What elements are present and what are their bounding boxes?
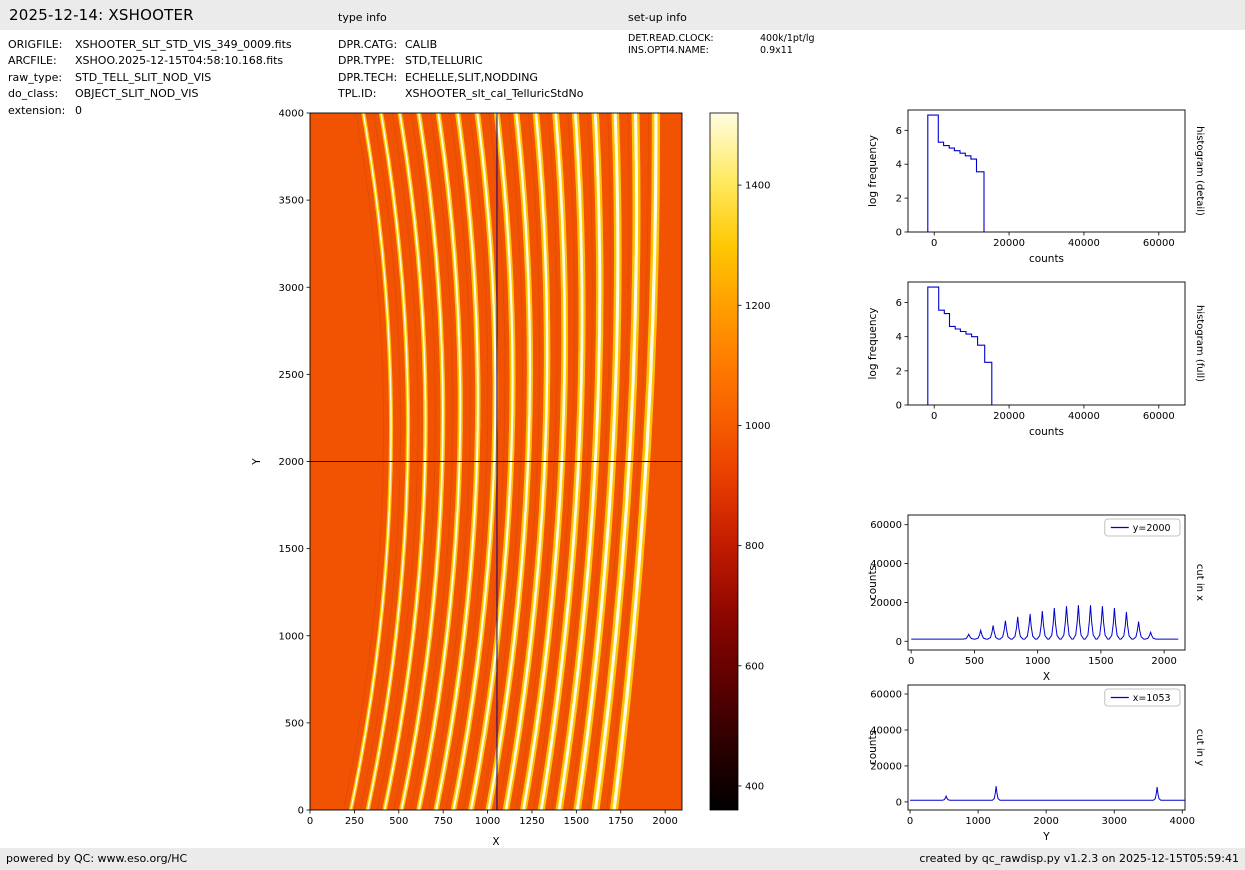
- svg-text:counts: counts: [867, 565, 879, 600]
- plot-colorbar: 400 600 800 1000 1200 1400: [709, 112, 770, 811]
- plot-hist-full: 0 20000 40000 60000 0 2 4 6 counts log frequency h…: [867, 281, 1205, 438]
- svg-text:1200: 1200: [745, 301, 770, 312]
- svg-text:0: 0: [931, 238, 937, 249]
- svg-text:60000: 60000: [870, 520, 902, 531]
- svg-text:1000: 1000: [1025, 656, 1050, 667]
- svg-text:X: X: [1043, 671, 1050, 683]
- svg-text:3000: 3000: [279, 283, 304, 294]
- echelle-image: [310, 113, 682, 810]
- svg-text:0: 0: [908, 656, 914, 667]
- svg-text:Y: Y: [251, 458, 263, 466]
- svg-text:2000: 2000: [1033, 816, 1058, 827]
- svg-text:2000: 2000: [652, 816, 677, 827]
- svg-text:1000: 1000: [965, 816, 990, 827]
- svg-text:2000: 2000: [279, 457, 304, 468]
- footer-created-by: created by qc_rawdisp.py v1.2.3 on 2025-…: [919, 852, 1239, 865]
- svg-text:40000: 40000: [1068, 411, 1100, 422]
- svg-text:histogram (detail): histogram (detail): [1194, 126, 1205, 216]
- svg-text:log frequency: log frequency: [867, 135, 879, 207]
- svg-text:500: 500: [965, 656, 984, 667]
- svg-text:60000: 60000: [870, 689, 902, 700]
- svg-text:0: 0: [896, 401, 902, 412]
- svg-text:750: 750: [434, 816, 453, 827]
- svg-text:X: X: [492, 836, 499, 848]
- svg-text:cut in y: cut in y: [1194, 729, 1205, 766]
- svg-text:0: 0: [896, 228, 902, 239]
- svg-text:1500: 1500: [279, 544, 304, 555]
- svg-text:counts: counts: [1029, 426, 1064, 438]
- svg-text:3500: 3500: [279, 196, 304, 207]
- svg-text:1250: 1250: [519, 816, 544, 827]
- svg-text:40000: 40000: [1068, 238, 1100, 249]
- svg-text:6: 6: [896, 126, 902, 137]
- footer-powered-by: powered by QC: www.eso.org/HC: [6, 852, 188, 865]
- svg-text:800: 800: [745, 541, 764, 552]
- svg-text:500: 500: [285, 718, 304, 729]
- svg-text:4: 4: [896, 160, 902, 171]
- svg-text:cut in x: cut in x: [1194, 564, 1205, 601]
- svg-text:1500: 1500: [1088, 656, 1113, 667]
- plot-raw-image: 0 250 500 750 1000 1250 1500 1750 2000 0 500 1000 15…: [251, 109, 683, 848]
- svg-text:500: 500: [389, 816, 408, 827]
- svg-text:250: 250: [345, 816, 364, 827]
- plot-cut-y: 0 1000 2000 3000 40000200004000060000Ycounts…: [867, 684, 1205, 843]
- svg-text:4000: 4000: [1170, 816, 1195, 827]
- svg-text:6: 6: [896, 298, 902, 309]
- plot-cut-x: 0 500 1000 1500 20000200004000060000Xcounts c…: [867, 514, 1205, 683]
- svg-text:60000: 60000: [1143, 238, 1175, 249]
- svg-text:60000: 60000: [1143, 411, 1175, 422]
- svg-text:0: 0: [896, 797, 902, 808]
- svg-text:2: 2: [896, 194, 902, 205]
- svg-text:2: 2: [896, 366, 902, 377]
- svg-text:1000: 1000: [279, 631, 304, 642]
- svg-text:counts: counts: [867, 730, 879, 765]
- svg-text:4000: 4000: [279, 109, 304, 120]
- svg-text:2500: 2500: [279, 370, 304, 381]
- svg-text:y=2000: y=2000: [1133, 523, 1171, 534]
- svg-text:x=1053: x=1053: [1133, 693, 1171, 704]
- svg-text:1000: 1000: [475, 816, 500, 827]
- svg-text:0: 0: [907, 816, 913, 827]
- svg-text:log frequency: log frequency: [867, 307, 879, 379]
- svg-text:1400: 1400: [745, 181, 770, 192]
- svg-text:0: 0: [307, 816, 313, 827]
- svg-text:20000: 20000: [993, 411, 1025, 422]
- footer-bar: powered by QC: www.eso.org/HC created by…: [0, 848, 1245, 870]
- svg-text:20000: 20000: [993, 238, 1025, 249]
- charts-canvas: 0 250 500 750 1000 1250 1500 1750 20000500100015…: [251, 109, 1205, 849]
- svg-text:600: 600: [745, 661, 764, 672]
- svg-text:2000: 2000: [1151, 656, 1176, 667]
- svg-text:0: 0: [298, 806, 304, 817]
- svg-text:3000: 3000: [1101, 816, 1126, 827]
- svg-text:400: 400: [745, 781, 764, 792]
- svg-text:0: 0: [896, 637, 902, 648]
- svg-text:Y: Y: [1042, 831, 1050, 843]
- plot-hist-detail: 0 20000 40000 60000 0 2 4 6 counts log frequency h…: [867, 109, 1205, 265]
- svg-text:0: 0: [931, 411, 937, 422]
- svg-text:histogram (full): histogram (full): [1194, 305, 1205, 382]
- svg-text:1750: 1750: [608, 816, 633, 827]
- svg-text:4: 4: [896, 332, 902, 343]
- svg-text:counts: counts: [1029, 253, 1064, 265]
- svg-text:1500: 1500: [564, 816, 589, 827]
- svg-text:1000: 1000: [745, 421, 770, 432]
